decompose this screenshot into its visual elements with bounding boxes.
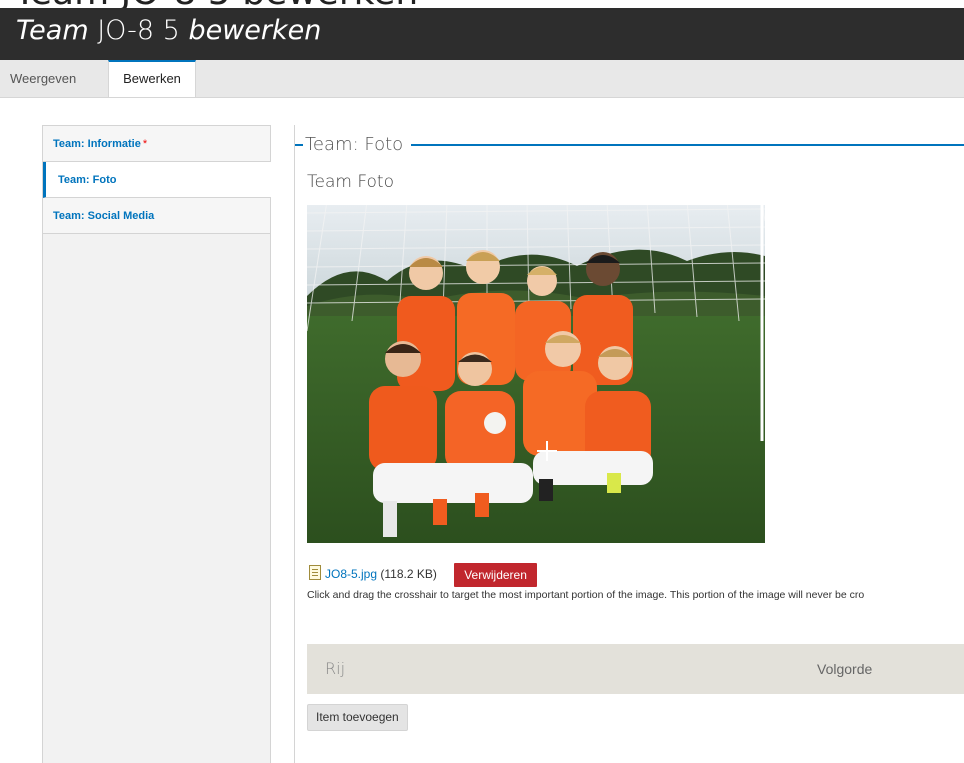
column-header-volgorde: Volgorde: [817, 661, 873, 677]
vertical-tabs: Team: Informatie * Team: Foto Team: Socia…: [42, 125, 271, 763]
required-marker: *: [142, 138, 148, 150]
tab-bewerken[interactable]: Bewerken: [108, 60, 196, 97]
table-header: Rij Volgorde: [307, 644, 964, 694]
focal-point-crosshair[interactable]: [537, 441, 557, 461]
cut-off-title: Team JO-8 5 bewerken: [0, 0, 964, 8]
page-header: Team JO-8 5 bewerken: [0, 8, 964, 60]
field-label-team-foto: Team Foto: [307, 172, 394, 192]
team-foto-panel: Team: Foto Team Foto JO8-5.jpg (118.2 KB…: [294, 125, 964, 763]
vertical-tab-informatie[interactable]: Team: Informatie *: [43, 126, 270, 162]
column-header-rij: Rij: [325, 659, 346, 678]
file-info-row: JO8-5.jpg (118.2 KB) Verwijderen: [309, 563, 537, 587]
team-photo-illustration: [307, 201, 765, 543]
add-item-button[interactable]: Item toevoegen: [307, 704, 408, 731]
crosshair-hint-text: Click and drag the crosshair to target t…: [307, 589, 865, 601]
vertical-tab-social-media[interactable]: Team: Social Media: [43, 198, 270, 234]
file-link[interactable]: JO8-5.jpg: [325, 567, 377, 581]
delete-button[interactable]: Verwijderen: [454, 563, 537, 587]
fieldset-legend: Team: Foto: [294, 134, 412, 155]
team-photo-image: [307, 201, 765, 543]
file-size: (118.2 KB): [380, 567, 437, 582]
vertical-tab-foto[interactable]: Team: Foto: [43, 162, 271, 198]
image-file-icon: [309, 565, 321, 581]
page-title: Team JO-8 5 bewerken: [16, 15, 322, 46]
tab-weergeven[interactable]: Weergeven: [0, 60, 86, 97]
primary-tabs: Weergeven Bewerken: [0, 60, 964, 98]
